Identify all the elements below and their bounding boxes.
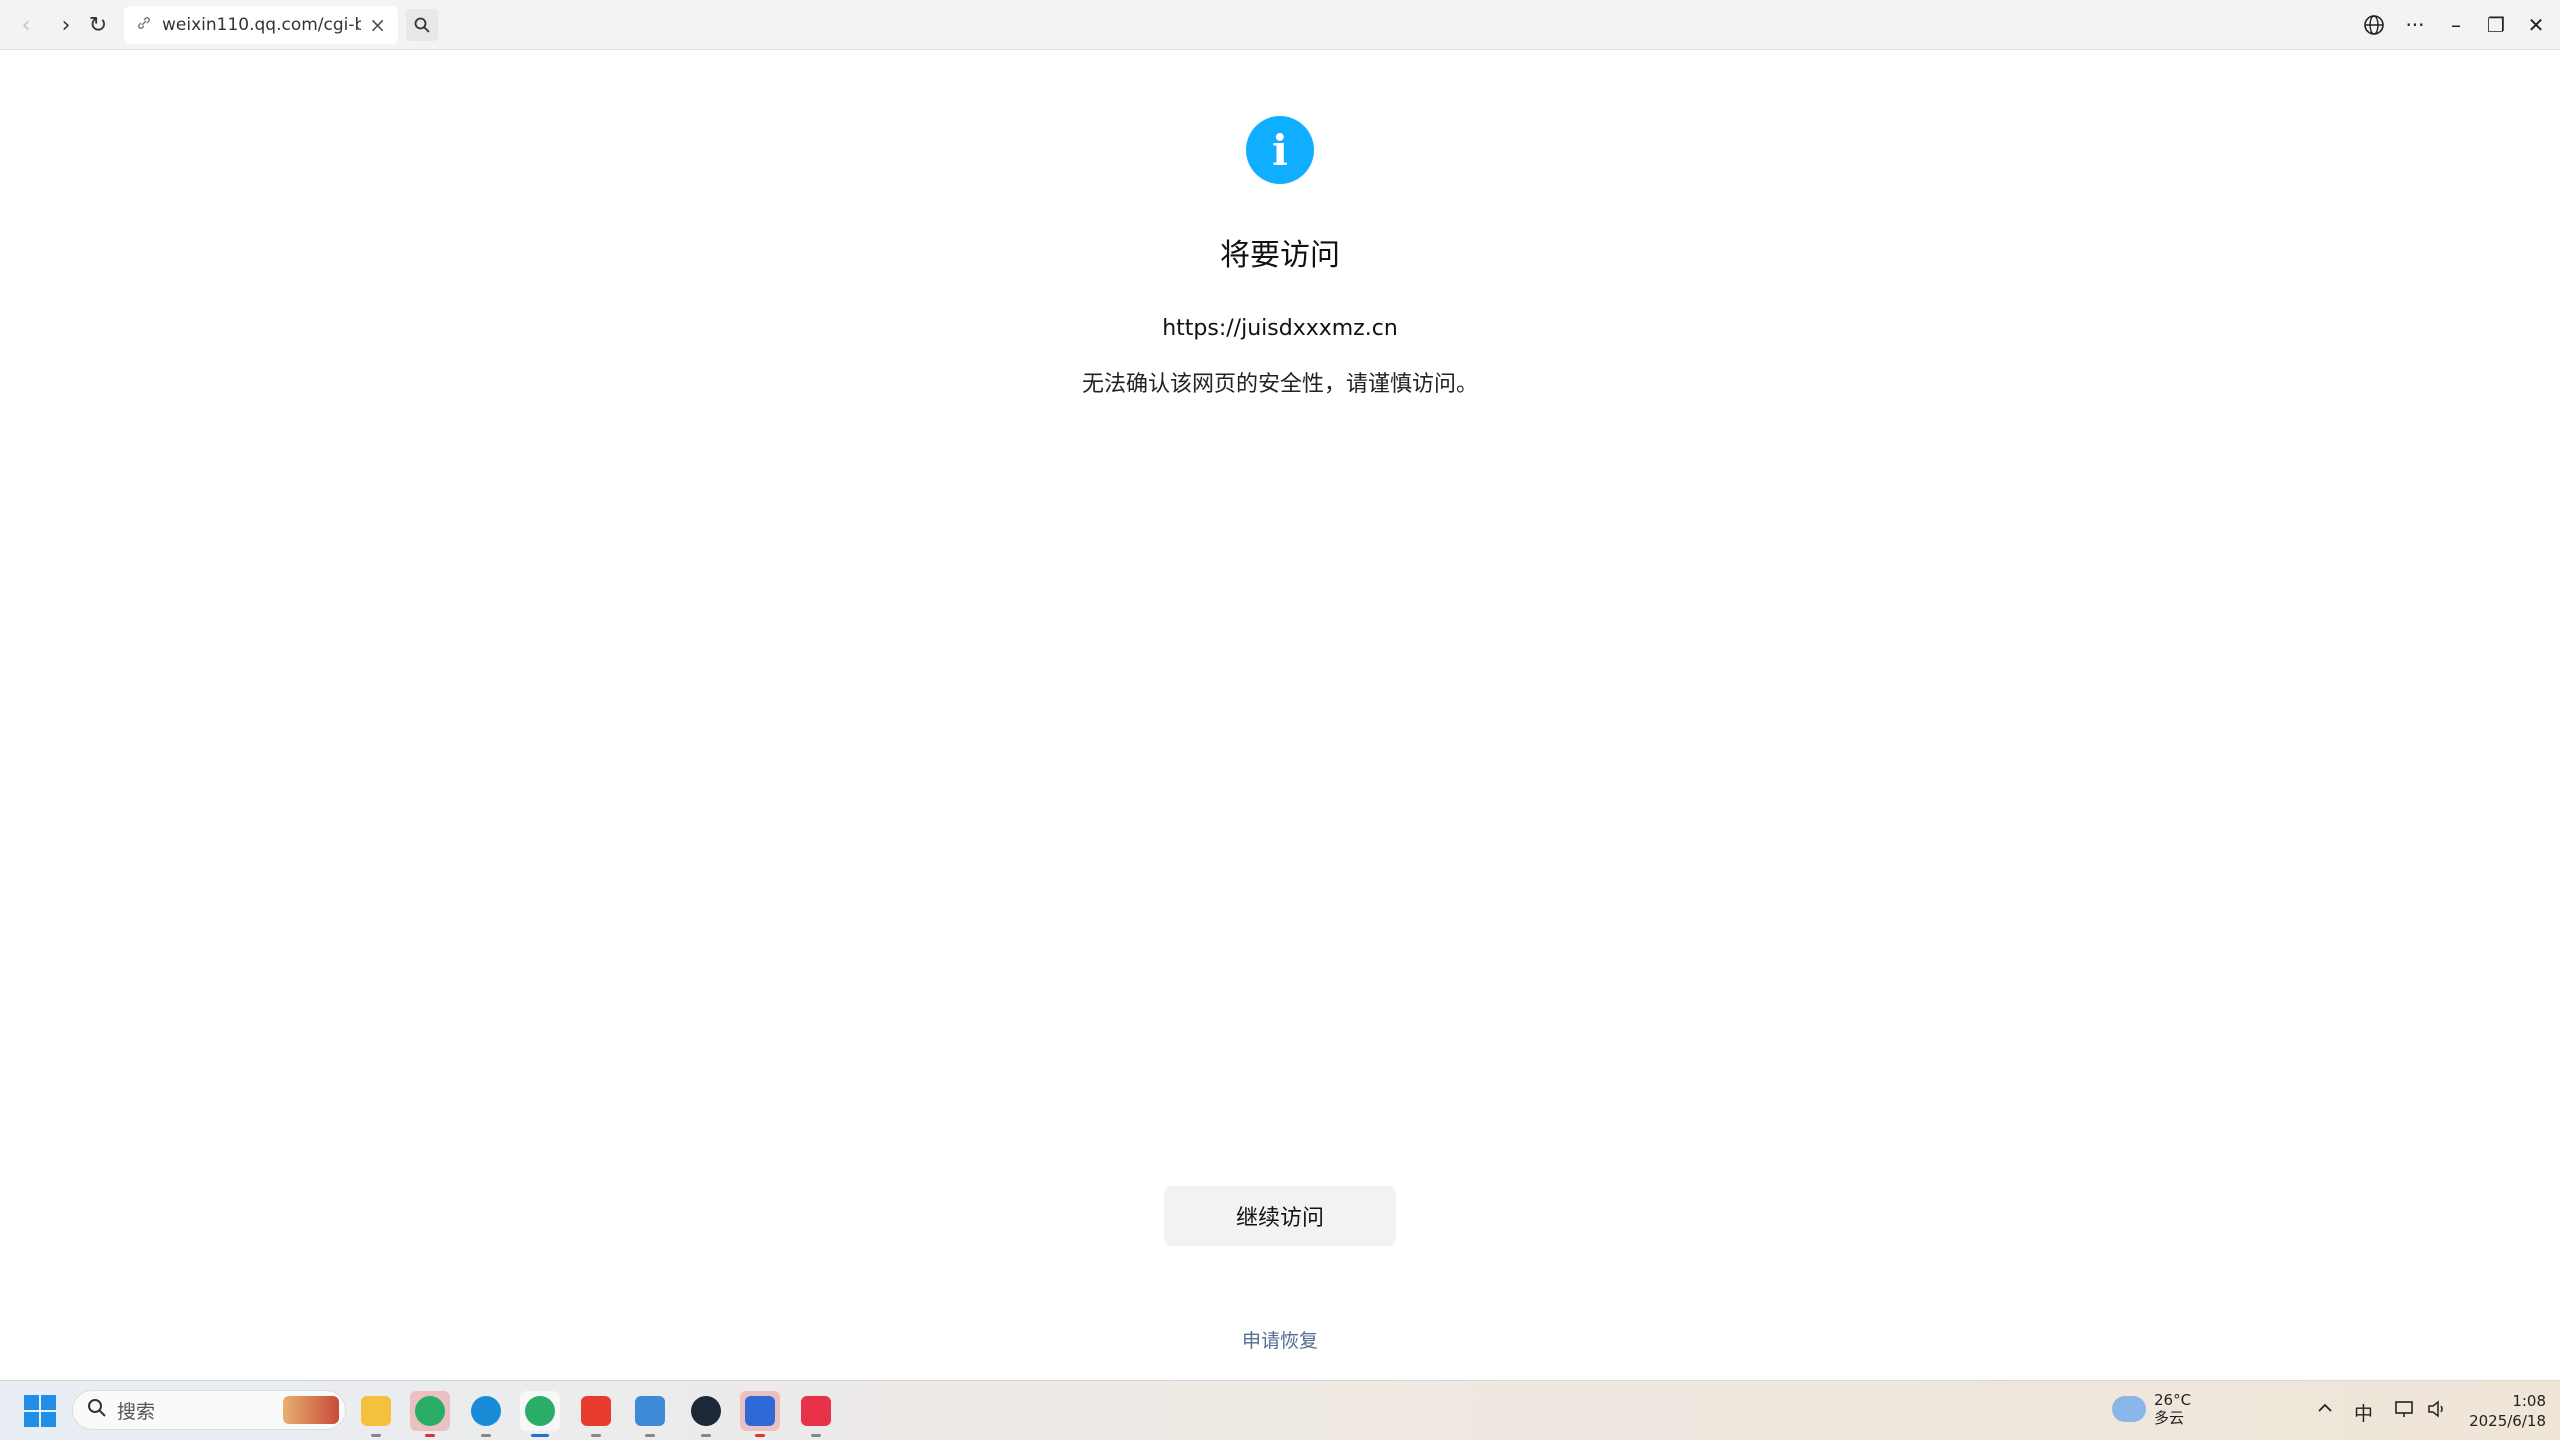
weather-widget[interactable]: 26°C 多云 <box>2112 1391 2191 1427</box>
taskbar-app-red[interactable] <box>796 1391 836 1437</box>
wps-icon <box>581 1396 611 1426</box>
file-explorer-icon <box>361 1396 391 1426</box>
warning-text: 无法确认该网页的安全性，请谨慎访问。 <box>1081 372 1478 397</box>
info-icon: i <box>1246 116 1314 184</box>
volume-icon <box>2428 1400 2443 1418</box>
translate-button[interactable] <box>2358 9 2390 41</box>
edge-icon <box>471 1396 501 1426</box>
reload-icon: ↻ <box>88 12 108 38</box>
taskbar-app-paint[interactable] <box>740 1391 780 1437</box>
cloud-icon <box>2112 1396 2146 1422</box>
red-app-icon <box>801 1396 831 1426</box>
system-clock[interactable]: 1:08 2025/6/18 <box>2462 1391 2546 1431</box>
search-button[interactable] <box>406 9 438 41</box>
more-icon: ··· <box>2405 13 2425 37</box>
address-bar[interactable]: weixin110.qq.com/cgi-bin/r × <box>124 6 398 44</box>
taskbar-app-wechat[interactable] <box>410 1391 450 1437</box>
ime-indicator[interactable]: 中 <box>2354 1399 2373 1426</box>
target-url: https://juisdxxxmz.cn <box>1162 316 1398 341</box>
browser-toolbar: ‹ › ↻ weixin110.qq.com/cgi-bin/r × ··· –… <box>0 0 2560 50</box>
taskbar-app-wechat-alt[interactable] <box>520 1391 560 1437</box>
steam-icon <box>691 1396 721 1426</box>
chevron-right-icon: › <box>61 12 71 38</box>
paint-icon <box>745 1396 775 1426</box>
restore-button[interactable]: ❐ <box>2480 9 2512 41</box>
search-icon <box>414 17 430 33</box>
taskbar-search[interactable]: 搜索 <box>72 1390 346 1430</box>
start-button[interactable] <box>24 1395 56 1427</box>
close-icon[interactable]: × <box>369 13 386 37</box>
close-window-button[interactable]: ✕ <box>2520 9 2552 41</box>
more-button[interactable]: ··· <box>2399 9 2431 41</box>
appeal-link[interactable]: 申请恢复 <box>0 1326 2560 1353</box>
weather-desc: 多云 <box>2154 1409 2185 1427</box>
taskbar-app-file-explorer[interactable] <box>356 1391 396 1437</box>
volume-button[interactable] <box>2426 1399 2448 1424</box>
wechat-icon <box>415 1396 445 1426</box>
restore-icon: ❐ <box>2487 13 2505 37</box>
minimize-button[interactable]: – <box>2440 9 2472 41</box>
taskbar-app-steam[interactable] <box>686 1391 726 1437</box>
chevron-up-icon <box>2318 1403 2332 1412</box>
weather-temp: 26°C <box>2154 1391 2192 1409</box>
forward-button[interactable]: › <box>50 9 82 41</box>
page-title: 将要访问 <box>1220 238 1340 273</box>
notepad-icon <box>635 1396 665 1426</box>
search-placeholder: 搜索 <box>117 1400 156 1423</box>
minimize-icon: – <box>2451 13 2461 37</box>
close-window-icon: ✕ <box>2527 13 2545 37</box>
taskbar-app-notepad[interactable] <box>630 1391 670 1437</box>
page-content: i 将要访问 https://juisdxxxmz.cn 无法确认该网页的安全性… <box>0 50 2560 1380</box>
network-icon <box>2395 1401 2413 1417</box>
search-icon <box>87 1398 107 1423</box>
search-highlight-image <box>283 1396 339 1424</box>
chevron-left-icon: ‹ <box>21 12 31 38</box>
continue-button[interactable]: 继续访问 <box>1164 1186 1396 1246</box>
clock-date: 2025/6/18 <box>2469 1412 2546 1430</box>
back-button[interactable]: ‹ <box>10 9 42 41</box>
network-button[interactable] <box>2394 1399 2416 1424</box>
taskbar-app-wps[interactable] <box>576 1391 616 1437</box>
windows-logo-icon <box>24 1395 39 1410</box>
wechat-alt-icon <box>525 1396 555 1426</box>
address-url: weixin110.qq.com/cgi-bin/r <box>162 15 362 35</box>
link-icon <box>136 15 152 35</box>
tray-overflow-button[interactable] <box>2316 1399 2334 1422</box>
taskbar-app-edge[interactable] <box>466 1391 506 1437</box>
taskbar: 搜索 26°C 多云 中 1:08 2025/6/18 <box>0 1380 2560 1440</box>
reload-button[interactable]: ↻ <box>82 9 114 41</box>
clock-time: 1:08 <box>2512 1392 2546 1410</box>
globe-icon <box>2364 15 2384 35</box>
